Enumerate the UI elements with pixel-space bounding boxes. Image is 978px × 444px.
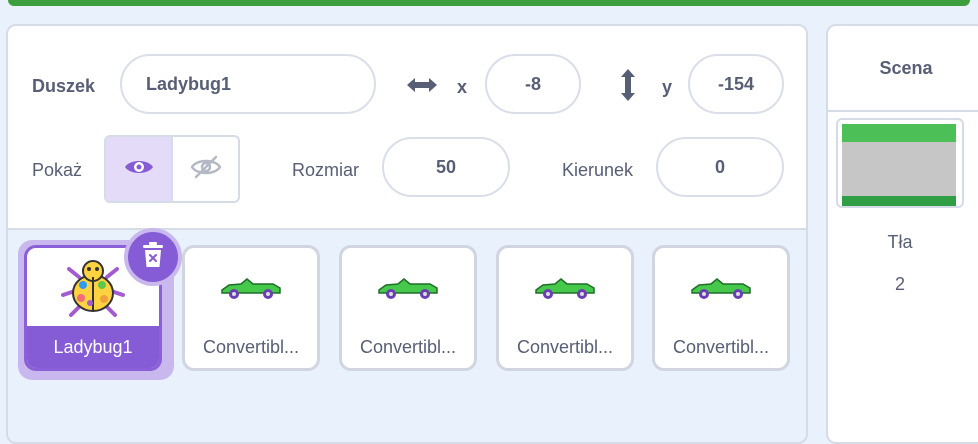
sprite-tile-label: Ladybug1 [53, 337, 133, 357]
sprite-tile-convertible[interactable]: Convertibl... [652, 245, 790, 371]
car-icon [376, 275, 440, 306]
top-bar [0, 0, 978, 8]
car-icon [689, 275, 753, 306]
backdrop-top [842, 124, 956, 142]
sprite-name-input[interactable]: Ladybug1 [120, 54, 376, 114]
sprite-tile-label: Convertibl... [202, 337, 300, 357]
car-icon [533, 275, 597, 306]
car-icon [219, 275, 283, 306]
backdrop-middle [842, 142, 956, 198]
direction-input[interactable]: 0 [656, 137, 784, 197]
vertical-arrows-icon [616, 66, 640, 104]
sprite-label: Duszek [32, 76, 96, 96]
eye-hidden-icon [190, 155, 221, 184]
sprite-thumbnail [499, 248, 631, 332]
stage-thumbnail[interactable] [836, 118, 964, 208]
y-label: y [662, 77, 673, 97]
sprite-pane: Duszek Ladybug1 x -8 y -154 Pokaż Rozmia… [6, 24, 808, 444]
show-button[interactable] [106, 137, 171, 201]
show-label: Pokaż [32, 160, 83, 180]
backdrop-bottom [842, 196, 956, 206]
size-label: Rozmiar [292, 160, 360, 180]
sprite-tile-convertible[interactable]: Convertibl... [496, 245, 634, 371]
ladybug-icon [59, 255, 127, 326]
delete-sprite-button[interactable] [124, 228, 182, 286]
direction-label: Kierunek [562, 160, 634, 180]
trash-icon [141, 241, 165, 274]
visibility-toggle [104, 135, 240, 203]
stage-pane: Scena Tła 2 [826, 24, 978, 444]
sprite-tile-label: Convertibl... [516, 337, 614, 357]
sprite-tile-label: Convertibl... [359, 337, 457, 357]
backdrops-label: Tła [887, 232, 913, 252]
sprite-thumbnail [185, 248, 317, 332]
y-input[interactable]: -154 [688, 54, 784, 114]
sprite-tile-label: Convertibl... [672, 337, 770, 357]
hide-button[interactable] [171, 137, 238, 201]
sprite-tile-convertible[interactable]: Convertibl... [339, 245, 477, 371]
sprite-info-panel: Duszek Ladybug1 x -8 y -154 Pokaż Rozmia… [8, 26, 806, 230]
sprite-thumbnail [655, 248, 787, 332]
eye-icon [124, 157, 154, 182]
stage-title: Scena [828, 26, 978, 112]
sprite-tile-convertible[interactable]: Convertibl... [182, 245, 320, 371]
top-green-strip [8, 0, 970, 6]
size-input[interactable]: 50 [382, 137, 510, 197]
horizontal-arrows-icon [404, 70, 440, 100]
x-input[interactable]: -8 [485, 54, 581, 114]
sprite-thumbnail [342, 248, 474, 332]
backdrops-count: 2 [894, 274, 905, 294]
x-label: x [457, 77, 468, 97]
